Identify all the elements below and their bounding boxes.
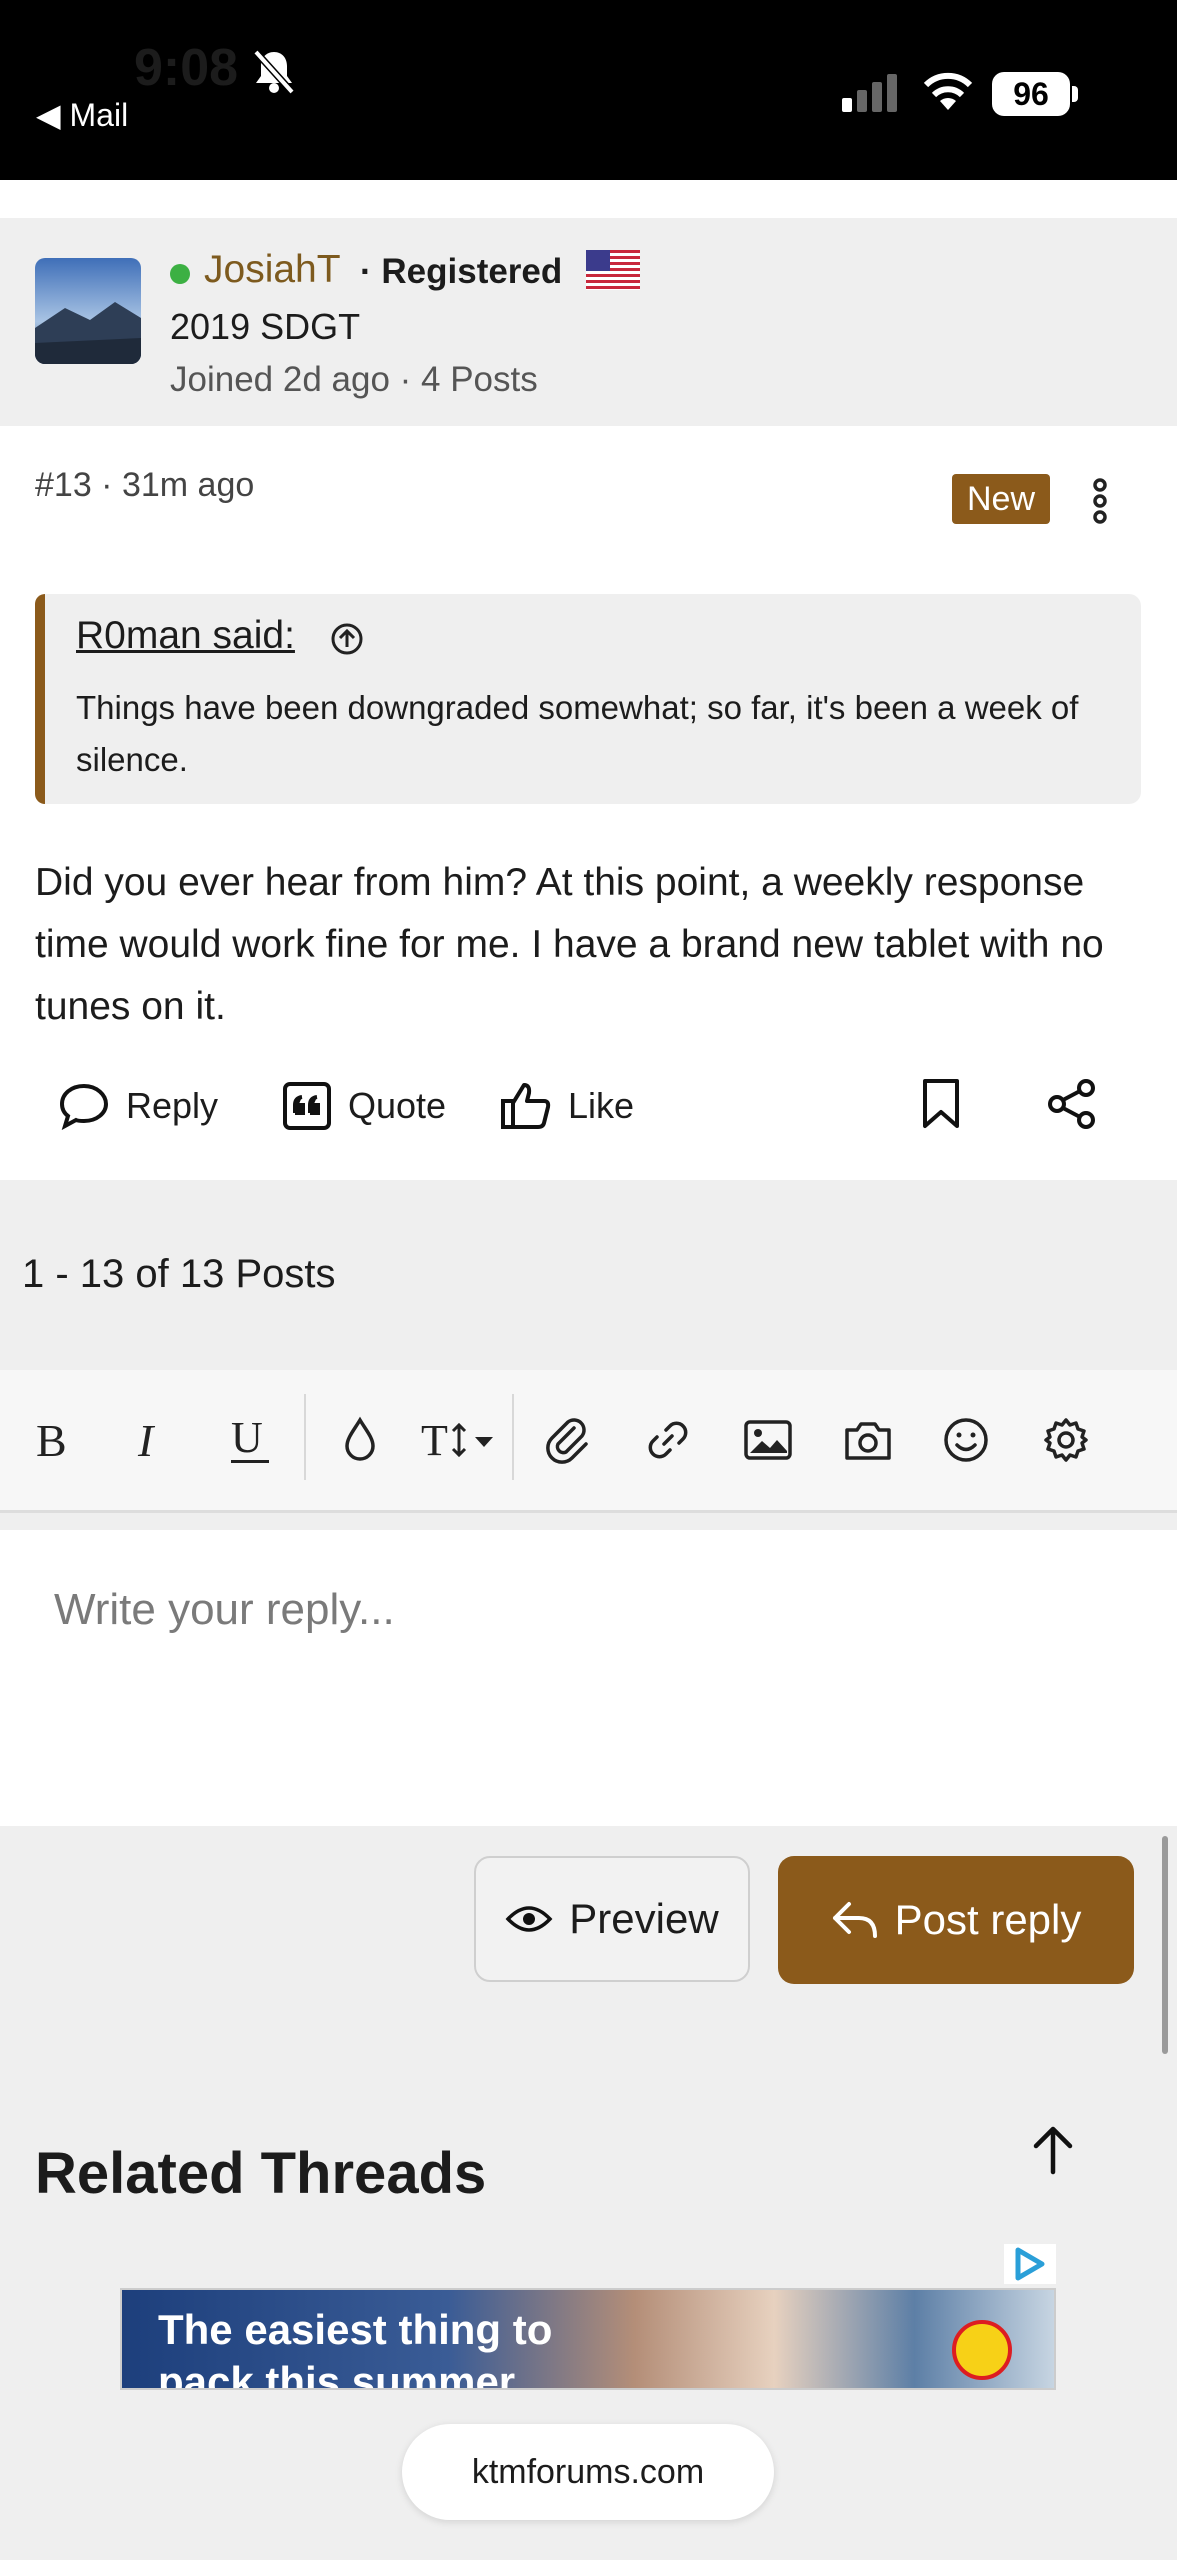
quote-text: Things have been downgraded somewhat; so… bbox=[76, 689, 1079, 778]
battery-indicator: 96 bbox=[992, 72, 1070, 116]
preview-label: Preview bbox=[569, 1895, 719, 1942]
thumbs-up-icon bbox=[501, 1083, 551, 1129]
reply-label: Reply bbox=[126, 1085, 219, 1126]
scrollbar[interactable] bbox=[1162, 1836, 1168, 2054]
bell-muted-icon bbox=[252, 48, 296, 101]
back-to-mail-link[interactable]: ◀ Mail bbox=[36, 96, 128, 134]
speech-bubble-icon bbox=[59, 1083, 109, 1130]
quote-accent-bar bbox=[35, 594, 45, 804]
svg-text:B: B bbox=[36, 1416, 67, 1464]
battery-tip bbox=[1072, 86, 1078, 102]
quote-icon bbox=[283, 1082, 331, 1130]
quote-action[interactable]: Quote bbox=[282, 1074, 446, 1138]
quote-author-link[interactable]: R0man said: bbox=[76, 614, 295, 658]
status-time: 9:08 bbox=[134, 39, 239, 97]
italic-icon[interactable]: I bbox=[118, 1408, 182, 1472]
ad-banner[interactable]: The easiest thing to pack this summer bbox=[120, 2288, 1056, 2390]
text-size-icon[interactable]: T bbox=[418, 1408, 504, 1472]
bookmark-icon[interactable] bbox=[920, 1078, 962, 1135]
reply-arrow-icon bbox=[832, 1902, 877, 1938]
shell-logo-icon bbox=[952, 2320, 1012, 2380]
attachment-icon[interactable] bbox=[536, 1408, 600, 1472]
new-badge: New bbox=[952, 474, 1050, 524]
toolbar-separator bbox=[304, 1394, 306, 1480]
url-bar[interactable]: ktmforums.com bbox=[402, 2424, 774, 2520]
top-strip bbox=[0, 180, 1177, 218]
preview-button[interactable]: Preview bbox=[474, 1856, 750, 1982]
post-reply-label: Post reply bbox=[894, 1896, 1082, 1943]
share-icon[interactable] bbox=[1046, 1078, 1098, 1135]
svg-text:I: I bbox=[137, 1416, 156, 1464]
color-drop-icon[interactable] bbox=[328, 1408, 392, 1472]
ad-headline: The easiest thing to pack this summer bbox=[158, 2306, 553, 2390]
author-username[interactable]: JosiahT bbox=[204, 248, 341, 292]
reply-editor bbox=[0, 1530, 1177, 1826]
scroll-to-top-icon[interactable] bbox=[1028, 2124, 1078, 2181]
like-action[interactable]: Like bbox=[500, 1074, 634, 1138]
arrow-up-circle-icon[interactable] bbox=[330, 622, 364, 661]
post-meta[interactable]: #13 · 31m ago bbox=[35, 466, 254, 505]
bold-icon[interactable]: B bbox=[20, 1408, 84, 1472]
related-threads-heading: Related Threads bbox=[35, 2141, 487, 2206]
eye-icon bbox=[505, 1906, 553, 1932]
ad-choices-icon[interactable] bbox=[1004, 2244, 1056, 2284]
author-bike: 2019 SDGT bbox=[170, 306, 361, 347]
quote-label: Quote bbox=[348, 1085, 447, 1126]
reply-input[interactable] bbox=[52, 1584, 1136, 1636]
like-label: Like bbox=[568, 1085, 635, 1126]
more-options-icon[interactable] bbox=[1088, 478, 1112, 529]
online-status-dot bbox=[170, 264, 190, 284]
image-icon[interactable] bbox=[736, 1408, 800, 1472]
toolbar-separator bbox=[512, 1394, 514, 1480]
avatar[interactable] bbox=[35, 258, 141, 364]
reply-action[interactable]: Reply bbox=[58, 1074, 218, 1138]
us-flag-icon bbox=[586, 250, 640, 295]
author-role: · Registered bbox=[360, 252, 563, 291]
emoji-icon[interactable] bbox=[934, 1408, 998, 1472]
url-domain: ktmforums.com bbox=[471, 2452, 705, 2491]
post-reply-button[interactable]: Post reply bbox=[778, 1856, 1134, 1984]
settings-icon[interactable] bbox=[1034, 1408, 1098, 1472]
link-icon[interactable] bbox=[636, 1408, 700, 1472]
underline-icon[interactable]: U bbox=[218, 1408, 282, 1472]
post-body: Did you ever hear from him? At this poin… bbox=[35, 861, 1104, 1028]
author-joined-info: Joined 2d ago · 4 Posts bbox=[170, 360, 538, 399]
cellular-signal-icon bbox=[842, 72, 900, 117]
svg-text:T: T bbox=[421, 1416, 448, 1465]
camera-icon[interactable] bbox=[836, 1408, 900, 1472]
svg-text:U: U bbox=[231, 1414, 263, 1462]
pagination-summary: 1 - 13 of 13 Posts bbox=[22, 1252, 336, 1296]
wifi-icon bbox=[922, 70, 974, 117]
